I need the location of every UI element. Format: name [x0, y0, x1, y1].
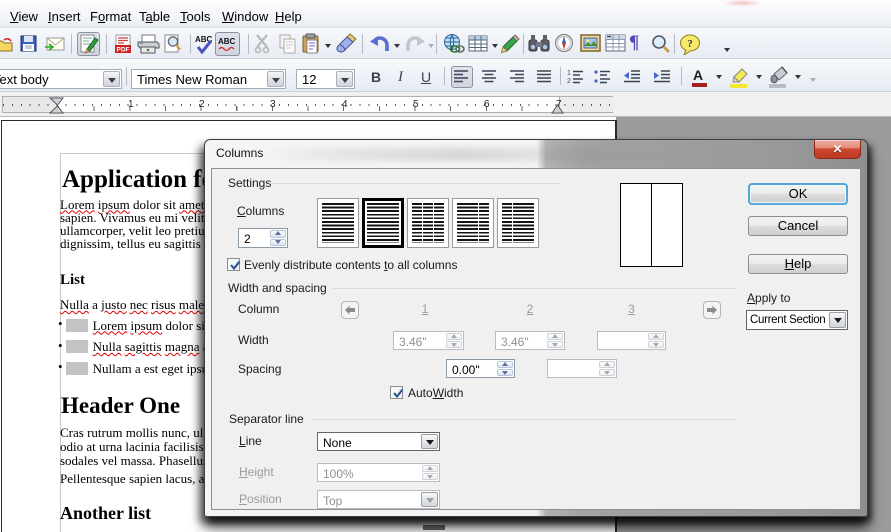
svg-text:?: ?	[687, 38, 693, 50]
svg-text:1: 1	[567, 70, 571, 77]
svg-text:2: 2	[567, 78, 571, 84]
svg-text:ABC: ABC	[218, 37, 236, 46]
svg-text:PDF: PDF	[117, 47, 130, 54]
